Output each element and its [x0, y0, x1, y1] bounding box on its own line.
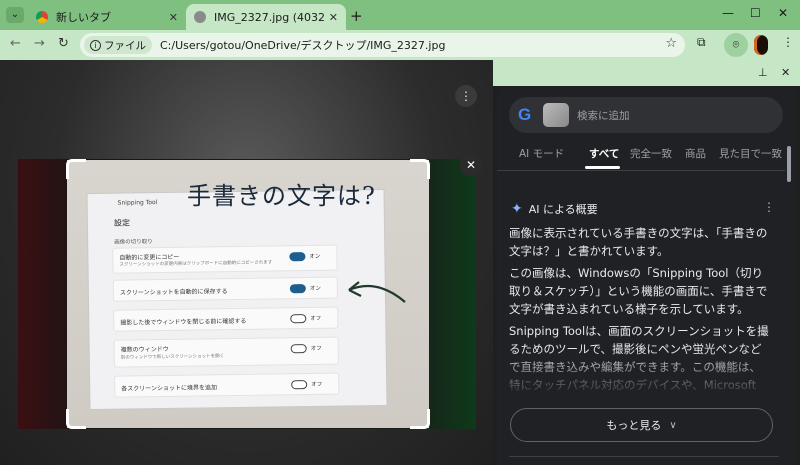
close-tab-icon[interactable]: ✕	[169, 11, 178, 24]
maximize-icon[interactable]: ☐	[750, 6, 761, 20]
tab-new-tab[interactable]: 新しいタブ ✕	[28, 4, 186, 30]
tab-image[interactable]: IMG_2327.jpg (4032×3024) ✕	[186, 4, 346, 30]
minimize-icon[interactable]: —	[722, 6, 734, 20]
divider	[509, 456, 779, 457]
profile-avatar[interactable]	[754, 35, 768, 55]
tab-title: 新しいタブ	[56, 11, 111, 24]
bookmark-star-icon[interactable]: ☆	[665, 36, 677, 51]
lens-search-box[interactable]: G 検索に追加	[509, 97, 783, 133]
ai-overview-header: ✦ AI による概要	[511, 201, 598, 217]
active-tab-indicator	[585, 166, 620, 169]
pin-icon[interactable]: ⊥	[758, 66, 768, 79]
result-filter-tabs: AI モード すべて 完全一致 商品 見た目で一致	[509, 146, 789, 169]
tab-strip: ⌄ 新しいタブ ✕ IMG_2327.jpg (4032×3024) ✕ + —…	[0, 0, 800, 30]
sparkle-icon: ✦	[511, 201, 523, 217]
selected-photo[interactable]: Snipping Tool 設定 画像の切り取り 自動的に変更にコピー スクリー…	[67, 160, 429, 428]
chrome-icon	[36, 11, 48, 23]
info-icon: i	[90, 39, 101, 51]
show-more-button[interactable]: もっと見る ∨	[510, 408, 773, 442]
extensions-icon[interactable]: ⧉	[697, 35, 706, 50]
google-lens-panel: G 検索に追加 AI モード すべて 完全一致 商品 見た目で一致 ✦ AI に…	[497, 86, 796, 465]
content-fade	[497, 348, 796, 408]
tab-all[interactable]: すべて	[589, 146, 619, 161]
ai-overview-menu-icon[interactable]: ⋮	[763, 200, 775, 214]
google-logo-icon: G	[518, 105, 532, 124]
reload-icon[interactable]: ↻	[58, 36, 69, 51]
close-window-icon[interactable]: ✕	[778, 6, 788, 20]
selection-corner-top-left[interactable]	[66, 159, 86, 179]
handwritten-arrow-icon	[348, 281, 406, 303]
close-selection-icon[interactable]: ✕	[460, 154, 482, 176]
image-icon	[194, 11, 206, 23]
image-viewer: ⋮ Snipping Tool 設定 画像の切り取り 自動的に変更にコピー スク…	[0, 60, 493, 465]
more-options-icon[interactable]: ⋮	[455, 85, 477, 107]
tab-exact-match[interactable]: 完全一致	[630, 146, 672, 161]
browser-toolbar: ← → ↻ i ファイル C:/Users/gotou/OneDrive/デスク…	[0, 30, 800, 60]
tab-title: IMG_2327.jpg (4032×3024)	[214, 10, 325, 24]
site-info-label: ファイル	[104, 39, 146, 52]
ai-overview-paragraph: 画像に表示されている手書きの文字は、「手書きの文字は？」と書かれています。	[509, 226, 768, 258]
url-text: C:/Users/gotou/OneDrive/デスクトップ/IMG_2327.…	[160, 39, 446, 52]
side-panel-header: ⊥ ✕	[493, 60, 800, 86]
divider	[497, 170, 785, 171]
new-tab-icon[interactable]: +	[350, 7, 363, 25]
tab-visual-match[interactable]: 見た目で一致	[719, 146, 782, 161]
selection-corner-bottom-left[interactable]	[66, 409, 86, 429]
ai-overview-paragraph: この画像は、Windowsの「Snipping Tool（切り取り＆スケッチ）」…	[509, 266, 768, 316]
tab-search-button[interactable]: ⌄	[6, 7, 24, 23]
menu-kebab-icon[interactable]: ⋮	[782, 35, 794, 49]
tab-ai-mode[interactable]: AI モード	[519, 146, 564, 161]
close-panel-icon[interactable]: ✕	[781, 66, 790, 79]
search-placeholder: 検索に追加	[577, 110, 630, 122]
chevron-down-icon: ∨	[669, 419, 677, 431]
selection-corner-top-right[interactable]	[410, 159, 430, 179]
site-info-chip[interactable]: i ファイル	[84, 36, 152, 54]
forward-icon[interactable]: →	[34, 36, 45, 51]
scrollbar-thumb[interactable]	[787, 146, 791, 182]
show-more-label: もっと見る	[606, 419, 662, 432]
close-tab-icon[interactable]: ✕	[329, 11, 338, 24]
selection-corner-bottom-right[interactable]	[410, 409, 430, 429]
google-lens-icon[interactable]: ⌾	[724, 33, 748, 57]
address-bar[interactable]: i ファイル C:/Users/gotou/OneDrive/デスクトップ/IM…	[80, 33, 685, 57]
ai-overview-title: AI による概要	[528, 203, 598, 216]
back-icon[interactable]: ←	[10, 36, 21, 51]
image-thumbnail[interactable]	[543, 103, 569, 127]
tab-products[interactable]: 商品	[685, 146, 706, 161]
